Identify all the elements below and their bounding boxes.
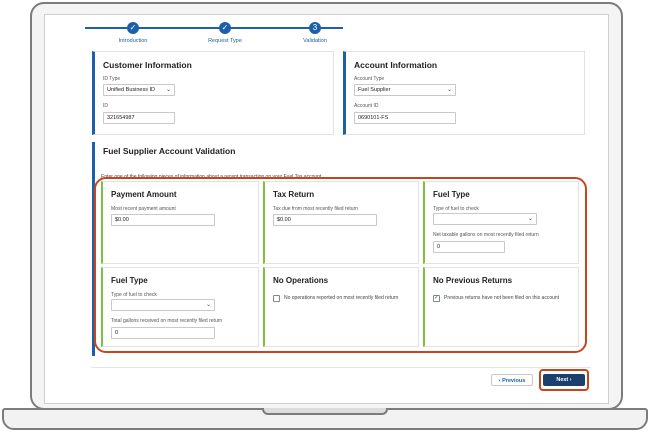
account-id-input[interactable]: 0690101-FS: [354, 112, 456, 124]
tax-return-input[interactable]: $0.00: [273, 214, 377, 226]
id-label: ID: [103, 103, 108, 109]
customer-information-card: Customer Information ID Type Unified Bus…: [92, 51, 334, 135]
id-input[interactable]: 321654987: [103, 112, 175, 124]
next-button[interactable]: Next ›: [543, 374, 585, 386]
fuel-type-option-total[interactable]: Fuel Type Type of fuel to check ⌄ Total …: [101, 267, 259, 347]
step-label-validation: Validation: [303, 38, 327, 44]
step-label-introduction[interactable]: Introduction: [119, 38, 148, 44]
step-3-current-icon: 3: [309, 22, 321, 34]
account-information-card: Account Information Account Type Fuel Su…: [343, 51, 585, 135]
payment-amount-title: Payment Amount: [111, 190, 177, 199]
step-1-check-icon: ✓: [127, 22, 139, 34]
net-gallons-input[interactable]: 0: [433, 241, 505, 253]
id-type-value: Unified Business ID: [107, 87, 155, 93]
check-icon: ✓: [434, 295, 440, 301]
account-information-title: Account Information: [354, 60, 438, 70]
no-operations-checkbox[interactable]: [273, 295, 280, 302]
account-id-label: Account ID: [354, 103, 379, 109]
payment-amount-label: Most recent payment amount: [111, 206, 176, 212]
no-operations-checkbox-label: No operations reported on most recently …: [284, 295, 399, 301]
chevron-down-icon: ⌄: [165, 87, 171, 93]
id-type-select[interactable]: Unified Business ID ⌄: [103, 84, 175, 96]
tax-return-label: Tax due from most recently filed return: [273, 206, 359, 212]
validation-title: Fuel Supplier Account Validation: [103, 146, 236, 156]
fuel-type-option-net[interactable]: Fuel Type Type of fuel to check ⌄ Net ta…: [423, 181, 579, 264]
account-type-value: Fuel Supplier: [358, 87, 391, 93]
net-gallons-label: Net taxable gallons on most recently fil…: [433, 232, 539, 238]
laptop-notch: [262, 408, 388, 415]
total-gallons-input[interactable]: 0: [111, 327, 215, 339]
no-previous-returns-title: No Previous Returns: [433, 276, 513, 285]
validation-description: Enter one of the following pieces of inf…: [101, 174, 323, 180]
no-operations-option[interactable]: No Operations No operations reported on …: [263, 267, 419, 347]
step-label-request-type[interactable]: Request Type: [208, 38, 242, 44]
no-previous-returns-checkbox[interactable]: ✓: [433, 295, 440, 302]
footer-divider: [91, 367, 591, 368]
next-button-label: Next: [556, 377, 569, 383]
payment-amount-option[interactable]: Payment Amount Most recent payment amoun…: [101, 181, 259, 264]
fuel-type-label: Type of fuel to check: [433, 206, 479, 212]
stepper-line: [85, 27, 343, 29]
chevron-down-icon: ⌄: [527, 216, 533, 222]
tax-return-option[interactable]: Tax Return Tax due from most recently fi…: [263, 181, 419, 264]
no-operations-title: No Operations: [273, 276, 329, 285]
chevron-down-icon: ⌄: [446, 87, 452, 93]
app-screen: ✓ ✓ 3 Introduction Request Type Validati…: [44, 14, 609, 404]
id-type-label: ID Type: [103, 76, 121, 82]
previous-button-label: Previous: [502, 378, 526, 384]
fuel-type-select[interactable]: ⌄: [433, 213, 537, 225]
payment-amount-input[interactable]: $0.00: [111, 214, 215, 226]
no-previous-returns-checkbox-label: Previous returns have not been filed on …: [444, 295, 560, 301]
fuel-type-select[interactable]: ⌄: [111, 299, 215, 311]
account-type-select[interactable]: Fuel Supplier ⌄: [354, 84, 456, 96]
chevron-down-icon: ⌄: [205, 302, 211, 308]
step-2-check-icon: ✓: [219, 22, 231, 34]
account-type-label: Account Type: [354, 76, 385, 82]
progress-stepper: ✓ ✓ 3 Introduction Request Type Validati…: [85, 19, 343, 53]
previous-button[interactable]: ‹ Previous: [491, 374, 533, 386]
fuel-type-title: Fuel Type: [433, 190, 470, 199]
total-gallons-label: Total gallons received on most recently …: [111, 318, 223, 324]
fuel-type-title: Fuel Type: [111, 276, 148, 285]
chevron-right-icon: ›: [568, 377, 572, 383]
customer-information-title: Customer Information: [103, 60, 192, 70]
no-previous-returns-option[interactable]: No Previous Returns ✓ Previous returns h…: [423, 267, 579, 347]
tax-return-title: Tax Return: [273, 190, 315, 199]
fuel-type-label: Type of fuel to check: [111, 292, 157, 298]
